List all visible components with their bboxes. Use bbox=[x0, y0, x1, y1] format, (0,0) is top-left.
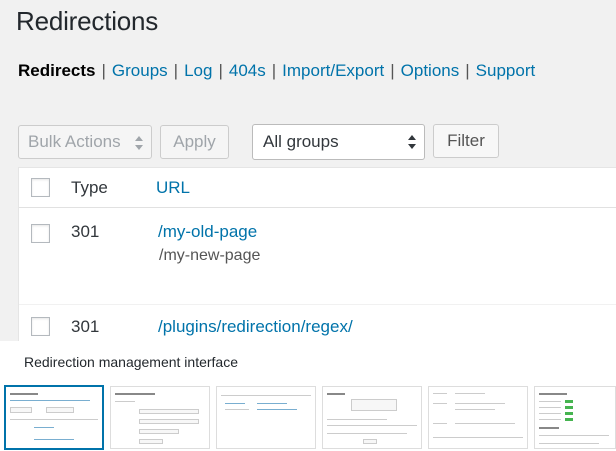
subnav-404s[interactable]: 404s bbox=[229, 61, 266, 80]
subnav-separator: | bbox=[101, 61, 106, 80]
redirects-table: Type URL 301 /my-old-page /my-new-page 3… bbox=[18, 167, 616, 341]
table-header: Type URL bbox=[19, 168, 616, 208]
column-type: Type bbox=[71, 178, 108, 197]
subnav-groups[interactable]: Groups bbox=[112, 61, 168, 80]
main-screenshot: Redirections Redirects | Groups | Log | 404s | I… bbox=[0, 0, 616, 341]
select-all-checkbox[interactable] bbox=[31, 178, 50, 197]
subnav-separator: | bbox=[390, 61, 395, 80]
group-filter-select[interactable]: All groups bbox=[252, 124, 425, 160]
bulk-actions-label: Bulk Actions bbox=[28, 132, 121, 151]
subnav-separator: | bbox=[173, 61, 179, 80]
thumbnail-add-redirect[interactable] bbox=[110, 386, 210, 449]
subnav-support[interactable]: Support bbox=[476, 61, 536, 80]
thumbnail-log[interactable] bbox=[216, 386, 316, 449]
thumbnail-support[interactable] bbox=[534, 386, 616, 449]
select-arrows-icon bbox=[135, 136, 143, 150]
group-filter-label: All groups bbox=[263, 132, 339, 151]
apply-button[interactable]: Apply bbox=[160, 125, 229, 159]
subnav: Redirects | Groups | Log | 404s | Import/Export |… bbox=[18, 61, 535, 81]
thumbnail-redirects[interactable] bbox=[4, 385, 104, 450]
filter-button[interactable]: Filter bbox=[433, 124, 499, 158]
row-checkbox[interactable] bbox=[31, 317, 50, 336]
bulk-actions-select[interactable]: Bulk Actions bbox=[18, 125, 152, 159]
subnav-separator: | bbox=[218, 61, 223, 80]
subnav-separator: | bbox=[465, 61, 470, 80]
thumbnail-options[interactable] bbox=[428, 386, 528, 449]
target-url: /my-new-page bbox=[159, 247, 261, 264]
row-checkbox[interactable] bbox=[31, 224, 50, 243]
source-url-link[interactable]: /my-old-page bbox=[158, 222, 257, 242]
thumbnail-import-export[interactable] bbox=[322, 386, 422, 449]
column-url[interactable]: URL bbox=[156, 178, 190, 198]
image-caption: Redirection management interface bbox=[24, 354, 239, 370]
subnav-options[interactable]: Options bbox=[401, 61, 460, 80]
subnav-import-export[interactable]: Import/Export bbox=[282, 61, 384, 80]
thumbnail-strip bbox=[0, 385, 616, 451]
page-title: Redirections bbox=[16, 6, 159, 36]
select-arrows-icon bbox=[408, 135, 416, 149]
table-row: 301 /plugins/redirection/regex/ bbox=[19, 304, 616, 341]
subnav-log[interactable]: Log bbox=[184, 61, 212, 80]
redirect-type: 301 bbox=[71, 222, 100, 241]
source-url-link[interactable]: /plugins/redirection/regex/ bbox=[158, 317, 353, 337]
table-row: 301 /my-old-page /my-new-page bbox=[19, 208, 616, 304]
redirect-type: 301 bbox=[71, 317, 100, 336]
subnav-redirects[interactable]: Redirects bbox=[18, 61, 95, 80]
subnav-separator: | bbox=[271, 61, 277, 80]
